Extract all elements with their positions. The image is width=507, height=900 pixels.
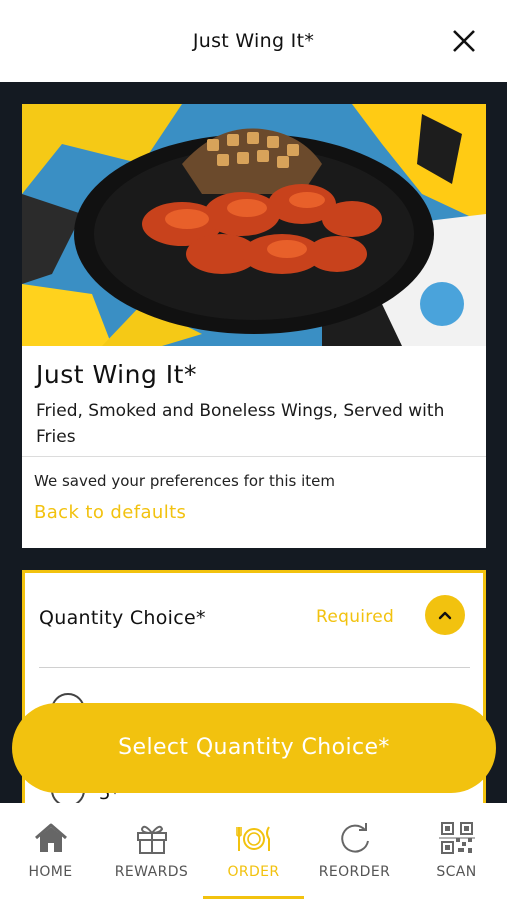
page-title: Just Wing It* [192,30,315,52]
item-card: Just Wing It* Fried, Smoked and Boneless… [22,104,486,548]
nav-item-order[interactable]: ORDER [203,803,304,900]
close-icon [453,30,475,52]
nav-label-home: HOME [28,864,73,880]
nav-label-order: ORDER [227,864,280,880]
quantity-choice-label: Quantity Choice* [39,607,206,629]
item-name: Just Wing It* [36,360,197,389]
nav-label-reorder: REORDER [318,864,391,880]
bottom-navigation: HOME REWARDS ORDER REORDER SCAN [0,803,507,900]
nav-label-rewards: REWARDS [114,864,189,880]
nav-item-home[interactable]: HOME [0,803,101,900]
plate-cutlery-icon [236,826,270,851]
divider [39,667,470,668]
chevron-up-icon [438,611,452,620]
close-button[interactable] [449,26,479,56]
item-photo [22,104,486,346]
gift-icon [137,825,167,854]
qr-code-icon [439,822,475,854]
preferences-note: We saved your preferences for this item [34,472,335,490]
top-bar: Just Wing It* [0,0,507,82]
item-description: Fried, Smoked and Boneless Wings, Served… [36,401,445,447]
active-tab-indicator [203,896,304,899]
back-to-defaults-link[interactable]: Back to defaults [34,502,186,523]
required-badge: Required [316,607,395,627]
nav-item-reorder[interactable]: REORDER [304,803,405,900]
nav-item-rewards[interactable]: REWARDS [101,803,202,900]
nav-label-scan: SCAN [436,864,477,880]
home-icon [35,823,67,852]
select-quantity-button[interactable]: Select Quantity Choice* [12,703,496,793]
reorder-icon [341,823,369,853]
nav-item-scan[interactable]: SCAN [406,803,507,900]
collapse-button[interactable] [425,595,465,635]
divider [22,456,486,457]
